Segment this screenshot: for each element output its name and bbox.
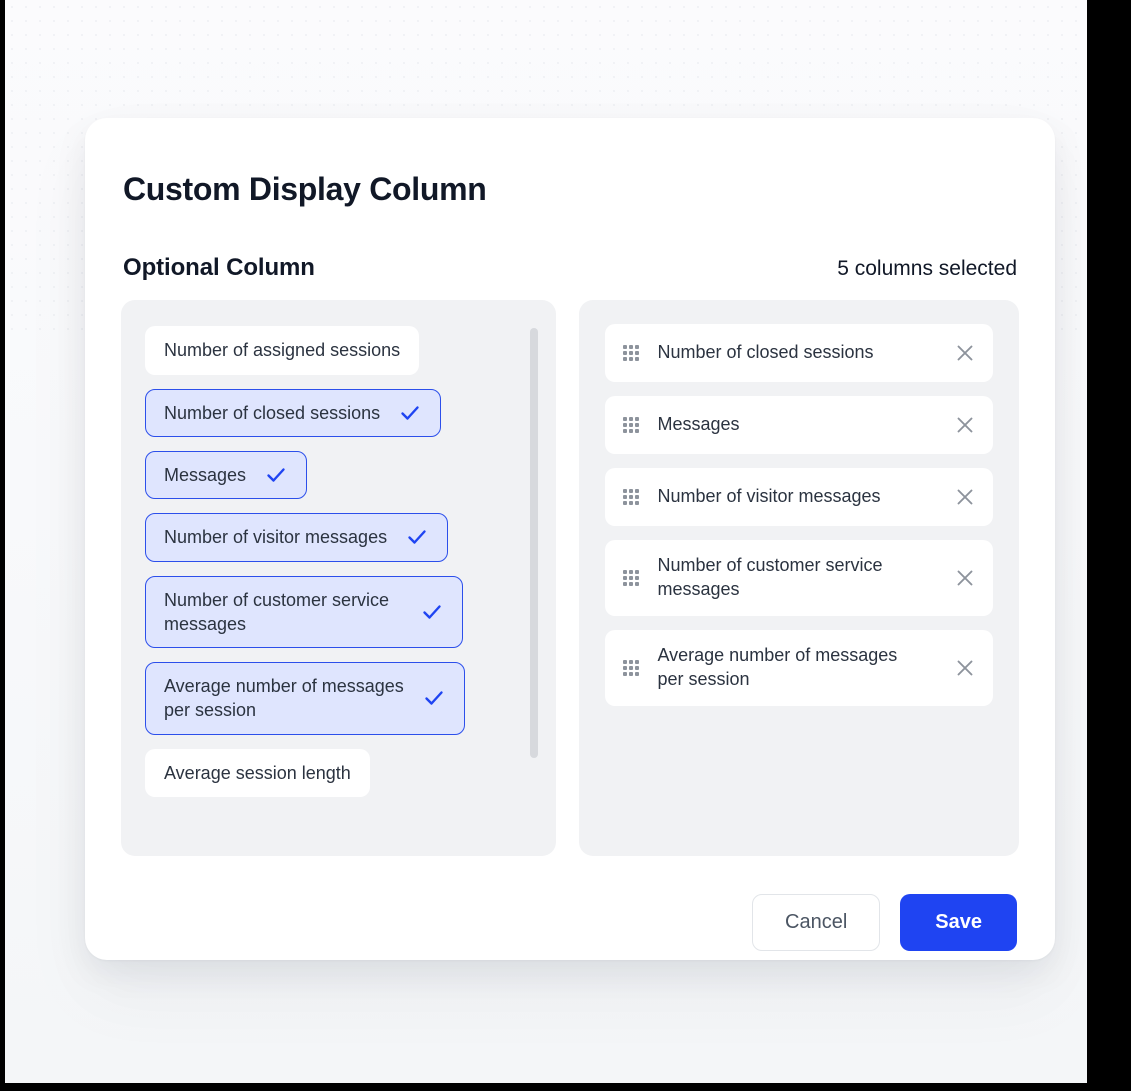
selected-column-label: Average number of messages per session bbox=[657, 645, 898, 690]
selected-column-label: Number of closed sessions bbox=[657, 342, 874, 363]
selected-column-row[interactable]: Average number of messages per session bbox=[605, 630, 993, 707]
selected-column-label: Number of customer service messages bbox=[657, 555, 883, 600]
dialog-footer: Cancel Save bbox=[121, 894, 1019, 952]
optional-columns-scrollbar-thumb[interactable] bbox=[530, 328, 539, 759]
drag-handle-icon[interactable] bbox=[623, 660, 640, 677]
check-icon bbox=[425, 691, 443, 706]
close-icon[interactable] bbox=[953, 566, 977, 590]
optional-column-label: Average number of messages per session bbox=[164, 676, 404, 721]
optional-columns-list: Number of assigned sessions Number of clo… bbox=[145, 326, 556, 798]
close-icon[interactable] bbox=[953, 341, 977, 365]
optional-column-chip[interactable]: Average number of messages per session bbox=[145, 662, 465, 735]
optional-column-label: Average session length bbox=[164, 762, 351, 783]
check-icon bbox=[423, 605, 441, 619]
selected-column-row[interactable]: Number of visitor messages bbox=[605, 468, 993, 527]
optional-column-label: Number of assigned sessions bbox=[164, 340, 401, 361]
drag-handle-icon[interactable] bbox=[623, 489, 640, 506]
custom-display-column-dialog: Custom Display Column Optional Column 5 … bbox=[85, 118, 1055, 960]
page-background: Custom Display Column Optional Column 5 … bbox=[5, 0, 1087, 1083]
save-button[interactable]: Save bbox=[900, 894, 1017, 952]
screen: Custom Display Column Optional Column 5 … bbox=[0, 0, 1131, 1091]
check-icon bbox=[401, 406, 419, 420]
selected-column-row[interactable]: Number of closed sessions bbox=[605, 324, 993, 383]
optional-column-label: Optional Column bbox=[123, 254, 315, 282]
optional-column-chip[interactable]: Number of assigned sessions bbox=[145, 326, 420, 375]
selected-columns-panel: Number of closed sessions Messages Number … bbox=[579, 300, 1019, 857]
optional-columns-scrollbar-track[interactable] bbox=[530, 312, 547, 844]
optional-column-chip[interactable]: Number of visitor messages bbox=[145, 513, 449, 562]
check-icon bbox=[408, 530, 426, 545]
column-picker: Number of assigned sessions Number of clo… bbox=[121, 300, 1019, 857]
optional-column-chip[interactable]: Messages bbox=[145, 450, 308, 500]
close-icon[interactable] bbox=[953, 656, 977, 680]
drag-handle-icon[interactable] bbox=[623, 570, 640, 587]
optional-column-chip[interactable]: Number of closed sessions bbox=[145, 388, 442, 437]
selected-column-row[interactable]: Number of customer service messages bbox=[605, 540, 993, 617]
optional-columns-panel: Number of assigned sessions Number of clo… bbox=[121, 300, 557, 857]
optional-column-label: Number of visitor messages bbox=[164, 527, 388, 548]
check-icon bbox=[267, 468, 285, 482]
drag-handle-icon[interactable] bbox=[623, 417, 640, 434]
optional-column-label: Number of closed sessions bbox=[164, 402, 381, 423]
section-header: Optional Column 5 columns selected bbox=[121, 254, 1019, 282]
close-icon[interactable] bbox=[953, 485, 977, 509]
close-icon[interactable] bbox=[953, 413, 977, 437]
optional-column-chip[interactable]: Average session length bbox=[145, 748, 370, 798]
optional-column-chip[interactable]: Number of customer service messages bbox=[145, 575, 463, 649]
selected-column-label: Number of visitor messages bbox=[657, 486, 881, 507]
optional-column-label: Number of customer service messages bbox=[164, 589, 390, 634]
dialog-title: Custom Display Column bbox=[123, 171, 487, 207]
selected-column-row[interactable]: Messages bbox=[605, 396, 993, 455]
cancel-button[interactable]: Cancel bbox=[752, 894, 881, 952]
optional-column-label: Messages bbox=[164, 464, 247, 485]
selected-column-label: Messages bbox=[657, 414, 740, 435]
selected-count-label: 5 columns selected bbox=[837, 257, 1017, 281]
selected-columns-list: Number of closed sessions Messages Number … bbox=[605, 324, 993, 707]
drag-handle-icon[interactable] bbox=[623, 345, 640, 362]
